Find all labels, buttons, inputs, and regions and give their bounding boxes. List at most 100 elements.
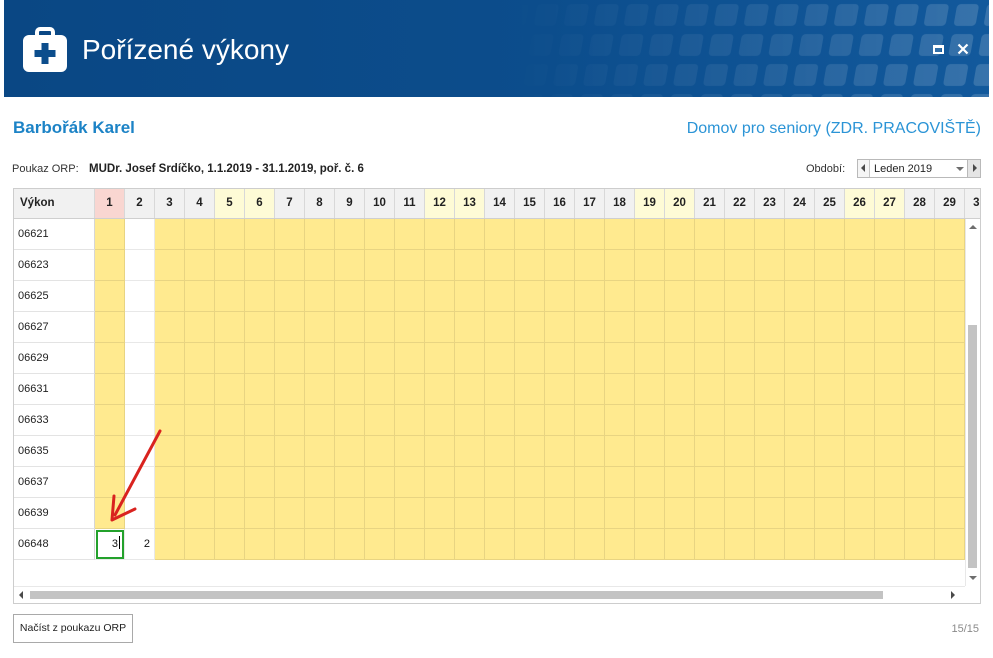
day-cell[interactable] [725,436,755,467]
day-cell[interactable] [335,405,365,436]
day-cell[interactable] [305,529,335,560]
day-cell[interactable] [905,281,935,312]
day-cell[interactable] [875,405,905,436]
day-cell[interactable] [935,374,965,405]
day-cell[interactable] [215,436,245,467]
day-cell[interactable] [185,436,215,467]
day-cell[interactable] [815,343,845,374]
day-cell[interactable] [575,250,605,281]
day-cell[interactable] [425,498,455,529]
day-cell[interactable] [845,436,875,467]
day-cell[interactable] [875,436,905,467]
day-cell[interactable] [365,312,395,343]
day-cell[interactable] [245,219,275,250]
chevron-down-icon[interactable] [956,167,964,171]
close-icon[interactable] [957,43,969,55]
day-cell[interactable] [665,312,695,343]
day-cell[interactable] [515,343,545,374]
day-cell[interactable] [155,498,185,529]
day-cell[interactable] [155,436,185,467]
day-cell[interactable] [845,405,875,436]
day-cell[interactable] [395,405,425,436]
day-cell[interactable] [95,219,125,250]
day-cell[interactable] [365,498,395,529]
day-cell[interactable] [425,436,455,467]
day-cell[interactable] [605,343,635,374]
scroll-down-arrow-icon[interactable] [969,576,977,580]
day-cell[interactable] [545,436,575,467]
day-cell[interactable] [215,467,245,498]
day-cell[interactable] [335,343,365,374]
day-cell[interactable] [425,467,455,498]
day-cell[interactable] [815,219,845,250]
day-cell[interactable] [695,343,725,374]
day-cell[interactable] [155,250,185,281]
day-cell[interactable] [455,405,485,436]
day-cell[interactable] [125,467,155,498]
day-cell[interactable] [305,405,335,436]
day-cell[interactable] [545,529,575,560]
day-cell[interactable] [305,281,335,312]
day-cell[interactable] [605,436,635,467]
day-cell[interactable] [695,467,725,498]
day-cell[interactable] [485,374,515,405]
day-cell[interactable] [365,219,395,250]
day-cell[interactable] [455,250,485,281]
day-cell[interactable] [725,374,755,405]
day-cell[interactable] [485,405,515,436]
day-cell[interactable] [815,374,845,405]
day-cell[interactable] [755,529,785,560]
day-cell[interactable] [875,219,905,250]
day-cell[interactable] [365,467,395,498]
day-cell[interactable] [395,250,425,281]
day-cell[interactable] [515,405,545,436]
day-cell[interactable] [605,312,635,343]
day-cell[interactable] [395,436,425,467]
day-cell[interactable] [935,250,965,281]
day-cell[interactable] [935,436,965,467]
day-cell[interactable] [905,312,935,343]
day-cell[interactable] [275,281,305,312]
period-select[interactable]: Leden 2019 [857,159,981,178]
day-cell[interactable] [935,405,965,436]
day-cell[interactable] [455,498,485,529]
day-cell[interactable] [95,374,125,405]
procedure-code-cell[interactable]: 06621 [14,219,95,250]
day-cell[interactable] [575,529,605,560]
maximize-icon[interactable] [933,45,944,54]
day-cell[interactable] [785,529,815,560]
day-cell[interactable] [695,405,725,436]
period-next-button[interactable] [967,160,980,177]
day-cell[interactable] [155,467,185,498]
day-cell[interactable] [545,219,575,250]
day-cell[interactable] [425,405,455,436]
day-cell[interactable] [755,343,785,374]
day-cell[interactable] [185,343,215,374]
day-cell[interactable] [245,281,275,312]
day-cell[interactable] [935,343,965,374]
day-cell[interactable] [665,405,695,436]
day-cell[interactable] [455,529,485,560]
day-cell[interactable] [755,498,785,529]
day-cell[interactable] [755,312,785,343]
day-cell[interactable] [905,374,935,405]
procedure-code-cell[interactable]: 06639 [14,498,95,529]
day-cell[interactable] [905,467,935,498]
day-cell[interactable] [485,312,515,343]
day-cell[interactable] [635,436,665,467]
day-cell[interactable] [245,529,275,560]
day-cell[interactable] [815,467,845,498]
day-cell[interactable] [665,219,695,250]
day-cell[interactable] [905,529,935,560]
day-cell[interactable] [785,219,815,250]
day-cell[interactable] [725,250,755,281]
day-cell[interactable] [935,498,965,529]
load-from-voucher-button[interactable]: Načíst z poukazu ORP [13,614,133,643]
day-cell[interactable] [605,374,635,405]
day-cell[interactable] [635,312,665,343]
day-cell[interactable] [575,498,605,529]
horizontal-scroll-thumb[interactable] [30,591,883,599]
day-cell[interactable] [545,250,575,281]
day-cell[interactable] [905,436,935,467]
day-cell[interactable] [275,343,305,374]
